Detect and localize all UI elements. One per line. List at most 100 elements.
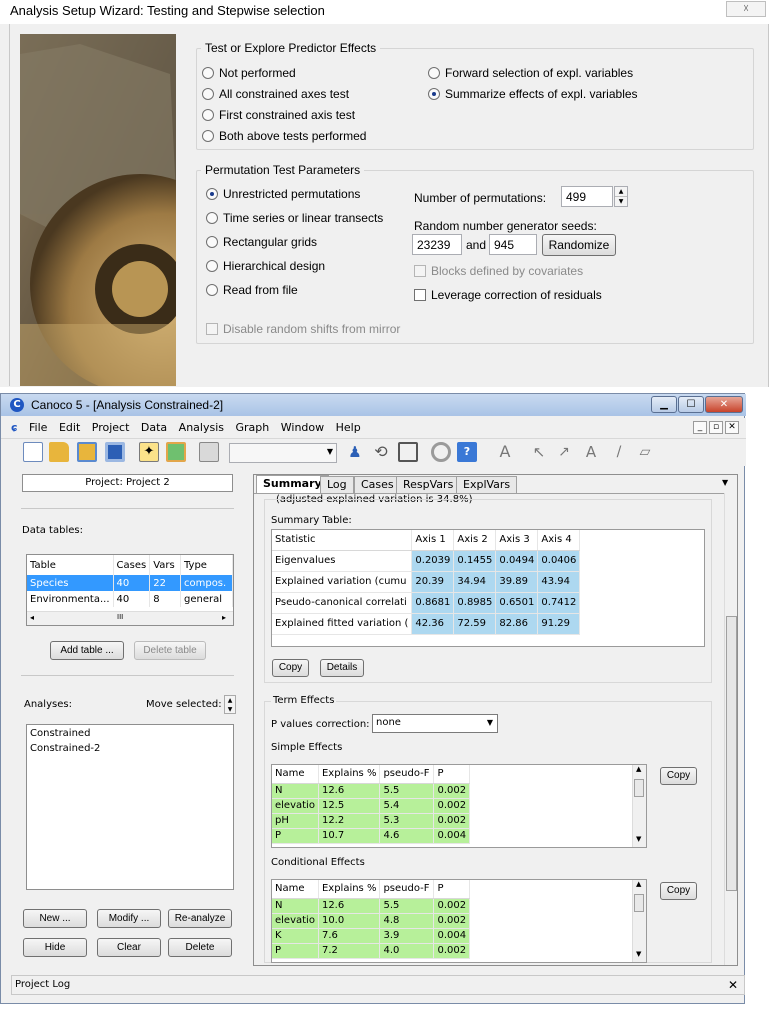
radio-circle[interactable] — [206, 212, 218, 224]
spin-up-icon[interactable]: ▲ — [615, 187, 627, 197]
table-row[interactable]: Species 40 22 compos. — [27, 575, 233, 591]
radio-time-series[interactable]: Time series or linear transects — [206, 211, 383, 225]
table-row[interactable]: elevatio 10.0 4.8 0.002 — [272, 913, 471, 929]
tab-menu-icon[interactable]: ▼ — [722, 478, 728, 487]
reanalyze-button[interactable]: Re-analyze — [168, 909, 232, 928]
scroll-up-icon[interactable]: ▲ — [636, 880, 641, 888]
radio-read-from-file[interactable]: Read from file — [206, 283, 298, 297]
pointer-icon[interactable]: ↖ — [529, 442, 549, 462]
table-row[interactable]: K 7.6 3.9 0.004 — [272, 928, 471, 944]
scroll-thumb[interactable] — [634, 894, 644, 912]
menu-window[interactable]: Window — [277, 418, 328, 434]
mdi-minimize-button[interactable]: _ — [693, 421, 707, 434]
radio-circle[interactable] — [428, 67, 440, 79]
modify-button[interactable]: Modify ... — [97, 909, 161, 928]
scroll-down-icon[interactable]: ▼ — [636, 950, 641, 958]
table-row[interactable]: N 12.6 5.5 0.002 — [272, 783, 471, 799]
radio-circle[interactable] — [202, 109, 214, 121]
window-layout-icon[interactable] — [398, 442, 418, 462]
tab-log[interactable]: Log — [320, 476, 354, 493]
tab-explvars[interactable]: ExplVars — [456, 476, 518, 493]
vertical-scrollbar[interactable]: ▲ ▼ — [632, 880, 646, 962]
table-icon[interactable] — [166, 442, 186, 462]
table-row[interactable]: Explained fitted variation (42.36 72.59 82… — [272, 613, 581, 635]
radio-summarize-effects[interactable]: Summarize effects of expl. variables — [428, 87, 638, 101]
radio-circle[interactable] — [206, 236, 218, 248]
menu-analysis[interactable]: Analysis — [175, 418, 228, 434]
list-item[interactable]: Constrained-2 — [27, 742, 233, 759]
refresh-icon[interactable]: ⟲ — [371, 442, 391, 462]
add-arrow-icon[interactable]: ↗ — [554, 442, 574, 462]
scroll-thumb[interactable] — [634, 779, 644, 797]
p-correction-select[interactable]: none ▼ — [372, 714, 498, 733]
save-icon[interactable] — [105, 442, 125, 462]
add-line-icon[interactable]: / — [609, 442, 629, 462]
lifebuoy-icon[interactable] — [431, 442, 451, 462]
help-icon[interactable]: ? — [457, 442, 477, 462]
menu-data[interactable]: Data — [137, 418, 171, 434]
copy-summary-button[interactable]: Copy — [272, 659, 309, 677]
print-icon[interactable] — [199, 442, 219, 462]
table-row[interactable]: P 7.2 4.0 0.002 — [272, 943, 471, 959]
radio-circle[interactable] — [206, 284, 218, 296]
spin-down-icon[interactable]: ▼ — [615, 197, 627, 206]
seed2-input[interactable]: 945 — [489, 234, 537, 255]
close-button[interactable]: ☓ — [726, 1, 766, 17]
delete-table-button[interactable]: Delete table — [134, 641, 206, 660]
scroll-right-icon[interactable]: ▸ — [222, 613, 226, 622]
table-row[interactable]: Environmenta... 40 8 general — [27, 591, 233, 607]
radio-forward-selection[interactable]: Forward selection of expl. variables — [428, 66, 633, 80]
radio-unrestricted[interactable]: Unrestricted permutations — [206, 187, 360, 201]
delete-button[interactable]: Delete — [168, 938, 232, 957]
checkbox-box[interactable] — [206, 323, 218, 335]
radio-rect-grids[interactable]: Rectangular grids — [206, 235, 317, 249]
minimize-button[interactable]: ▁ — [651, 396, 677, 413]
clear-button[interactable]: Clear — [97, 938, 161, 957]
disable-shifts-checkbox[interactable]: Disable random shifts from mirror — [206, 322, 400, 336]
num-perm-input[interactable]: 499 — [561, 186, 613, 207]
copy-simple-button[interactable]: Copy — [660, 767, 697, 785]
table-row[interactable]: Eigenvalues 0.2039 0.1455 0.0494 0.0406 — [272, 550, 581, 572]
table-row[interactable]: Pseudo-canonical correlati 0.8681 0.8985 0.… — [272, 592, 581, 614]
scroll-left-icon[interactable]: ◂ — [30, 613, 34, 622]
wizard-wand-icon[interactable]: ✦ — [139, 442, 159, 462]
move-spinner[interactable]: ▲ ▼ — [224, 695, 236, 714]
radio-circle[interactable] — [202, 67, 214, 79]
tab-cases[interactable]: Cases — [354, 476, 401, 493]
menu-project[interactable]: Project — [88, 418, 134, 434]
ruler-icon[interactable]: ▱ — [635, 442, 655, 462]
tab-respvars[interactable]: RespVars — [396, 476, 461, 493]
analyses-list[interactable]: Constrained Constrained-2 — [26, 724, 234, 890]
radio-circle[interactable] — [206, 260, 218, 272]
menu-file[interactable]: File — [25, 418, 51, 434]
scroll-thumb[interactable] — [726, 616, 737, 891]
hide-button[interactable]: Hide — [23, 938, 87, 957]
horizontal-scrollbar[interactable]: ◂ III ▸ — [27, 611, 233, 625]
menu-graph[interactable]: Graph — [232, 418, 274, 434]
blocks-checkbox[interactable]: Blocks defined by covariates — [414, 264, 583, 278]
toolbar-combo[interactable]: ▼ — [229, 443, 337, 463]
radio-circle[interactable] — [202, 88, 214, 100]
leverage-checkbox[interactable]: Leverage correction of residuals — [414, 288, 602, 302]
checkbox-box[interactable] — [414, 289, 426, 301]
radio-hierarchical[interactable]: Hierarchical design — [206, 259, 325, 273]
open-project-icon[interactable] — [77, 442, 97, 462]
table-row[interactable]: Explained variation (cumu 20.39 34.94 39.89… — [272, 571, 581, 593]
randomize-button[interactable]: Randomize — [542, 234, 616, 256]
graph-icon[interactable]: ♟ — [345, 442, 365, 462]
scroll-up-icon[interactable]: ▲ — [636, 765, 641, 773]
radio-circle[interactable] — [202, 130, 214, 142]
maximize-button[interactable]: ☐ — [678, 396, 704, 413]
close-window-button[interactable]: ✕ — [705, 396, 743, 413]
add-table-button[interactable]: Add table ... — [50, 641, 124, 660]
radio-not-performed[interactable]: Not performed — [202, 66, 296, 80]
menu-help[interactable]: Help — [332, 418, 365, 434]
radio-all-axes-test[interactable]: All constrained axes test — [202, 87, 349, 101]
scroll-down-icon[interactable]: ▼ — [636, 835, 641, 843]
close-log-icon[interactable]: ✕ — [728, 978, 738, 992]
table-row[interactable]: N 12.6 5.5 0.002 — [272, 898, 471, 914]
list-item[interactable]: Constrained — [27, 725, 233, 742]
new-analysis-button[interactable]: New ... — [23, 909, 87, 928]
table-row[interactable]: pH 12.2 5.3 0.002 — [272, 813, 471, 829]
new-file-icon[interactable] — [23, 442, 43, 462]
